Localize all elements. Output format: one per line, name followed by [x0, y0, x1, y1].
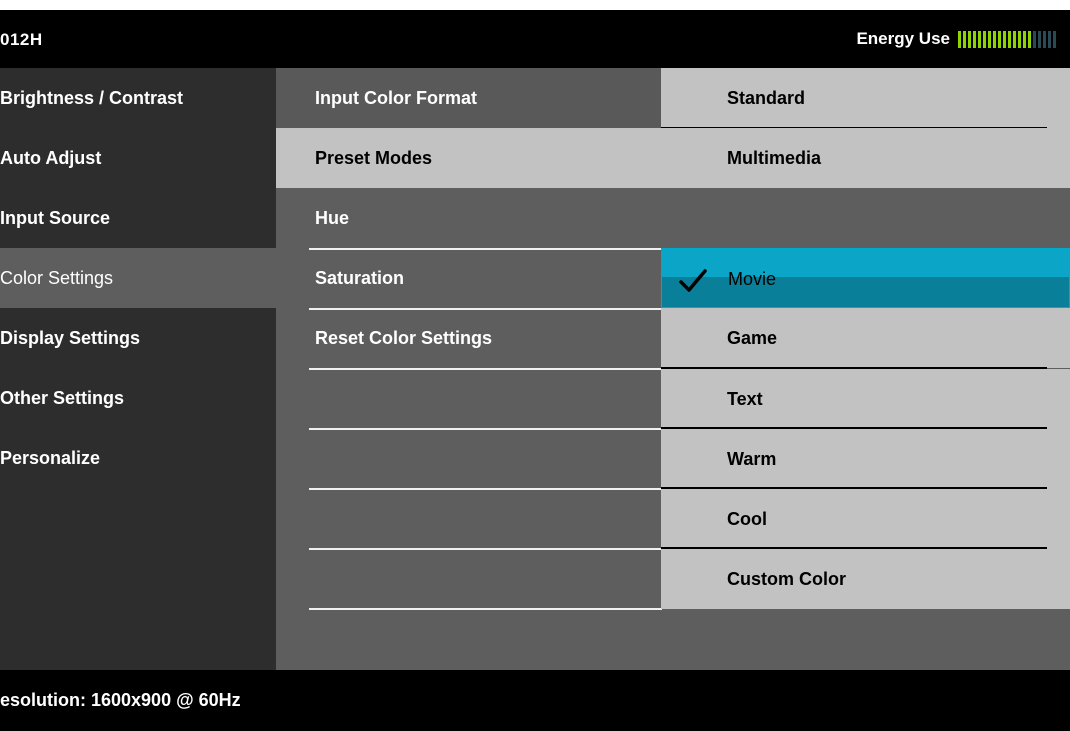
energy-segment	[1028, 30, 1031, 48]
preset-option-warm[interactable]: Warm	[661, 429, 1070, 489]
menu-item-other-settings[interactable]: Other Settings	[0, 368, 276, 428]
energy-segment	[963, 30, 966, 48]
option-label: Multimedia	[727, 148, 822, 168]
menu-item-label: Other Settings	[0, 388, 125, 408]
energy-segment	[998, 30, 1001, 48]
energy-segment	[1018, 30, 1021, 48]
submenu-item-saturation[interactable]: Saturation	[315, 248, 404, 308]
energy-segment	[1043, 30, 1046, 48]
preset-option-standard[interactable]: Standard	[661, 68, 1070, 128]
energy-segment	[1023, 30, 1026, 48]
divider	[309, 488, 662, 490]
preset-option-text[interactable]: Text	[661, 369, 1070, 429]
menu-item-input-source[interactable]: Input Source	[0, 188, 276, 248]
option-label: Standard	[727, 88, 806, 108]
main-menu: Brightness / Contrast Auto Adjust Input …	[0, 68, 276, 670]
divider	[309, 548, 662, 550]
option-label: Cool	[727, 509, 767, 529]
energy-segment	[968, 30, 971, 48]
preset-option-movie[interactable]: Movie	[661, 248, 1070, 308]
energy-segment	[973, 30, 976, 48]
preset-option-cool[interactable]: Cool	[661, 489, 1070, 549]
energy-segment	[1033, 30, 1036, 48]
osd-menu: 012H Energy Use Brightness / Contrast Au…	[0, 0, 1070, 731]
preset-option-custom-color[interactable]: Custom Color	[661, 549, 1070, 609]
resolution-info: esolution: 1600x900 @ 60Hz	[0, 690, 241, 710]
osd-footer: esolution: 1600x900 @ 60Hz	[0, 670, 1070, 731]
option-label: Text	[727, 389, 763, 409]
menu-item-label: Display Settings	[0, 328, 141, 348]
check-icon	[679, 269, 707, 292]
model-name: 012H	[0, 30, 43, 49]
submenu-item-input-color-format[interactable]: Input Color Format	[315, 68, 477, 128]
menu-item-personalize[interactable]: Personalize	[0, 428, 276, 488]
energy-segment	[1038, 30, 1041, 48]
energy-segment	[1008, 30, 1011, 48]
menu-item-label: Personalize	[0, 448, 101, 468]
divider	[309, 608, 662, 610]
option-label: Movie	[728, 269, 777, 289]
menu-item-label: Color Settings	[0, 268, 114, 288]
energy-segment	[1003, 30, 1006, 48]
submenu-item-reset-color-settings[interactable]: Reset Color Settings	[315, 308, 492, 368]
energy-segment	[988, 30, 991, 48]
energy-use-indicator: Energy Use	[856, 29, 1056, 49]
menu-item-auto-adjust[interactable]: Auto Adjust	[0, 128, 276, 188]
option-label: Custom Color	[727, 569, 846, 589]
menu-item-display-settings[interactable]: Display Settings	[0, 308, 276, 368]
preset-option-multimedia[interactable]: Multimedia	[661, 128, 1070, 188]
energy-segment	[978, 30, 981, 48]
option-label: Warm	[727, 449, 777, 469]
energy-meter	[958, 30, 1056, 48]
energy-segment	[958, 30, 961, 48]
energy-segment	[1048, 30, 1051, 48]
energy-segment	[983, 30, 986, 48]
divider	[309, 368, 662, 370]
menu-item-label: Auto Adjust	[0, 148, 102, 168]
energy-segment	[1053, 30, 1056, 48]
submenu-item-hue[interactable]: Hue	[315, 188, 349, 248]
menu-item-brightness-contrast[interactable]: Brightness / Contrast	[0, 68, 276, 128]
menu-item-color-settings[interactable]: Color Settings	[0, 248, 276, 308]
energy-segment	[993, 30, 996, 48]
energy-segment	[1013, 30, 1016, 48]
option-label: Game	[727, 328, 778, 348]
preset-modes-label: Preset Modes	[315, 148, 433, 168]
osd-header: 012H Energy Use	[0, 10, 1070, 68]
menu-item-label: Brightness / Contrast	[0, 88, 184, 108]
energy-use-label: Energy Use	[856, 29, 950, 48]
selection-highlight	[662, 249, 1069, 277]
preset-option-game[interactable]: Game	[661, 308, 1070, 368]
menu-item-label: Input Source	[0, 208, 111, 228]
divider	[309, 428, 662, 430]
